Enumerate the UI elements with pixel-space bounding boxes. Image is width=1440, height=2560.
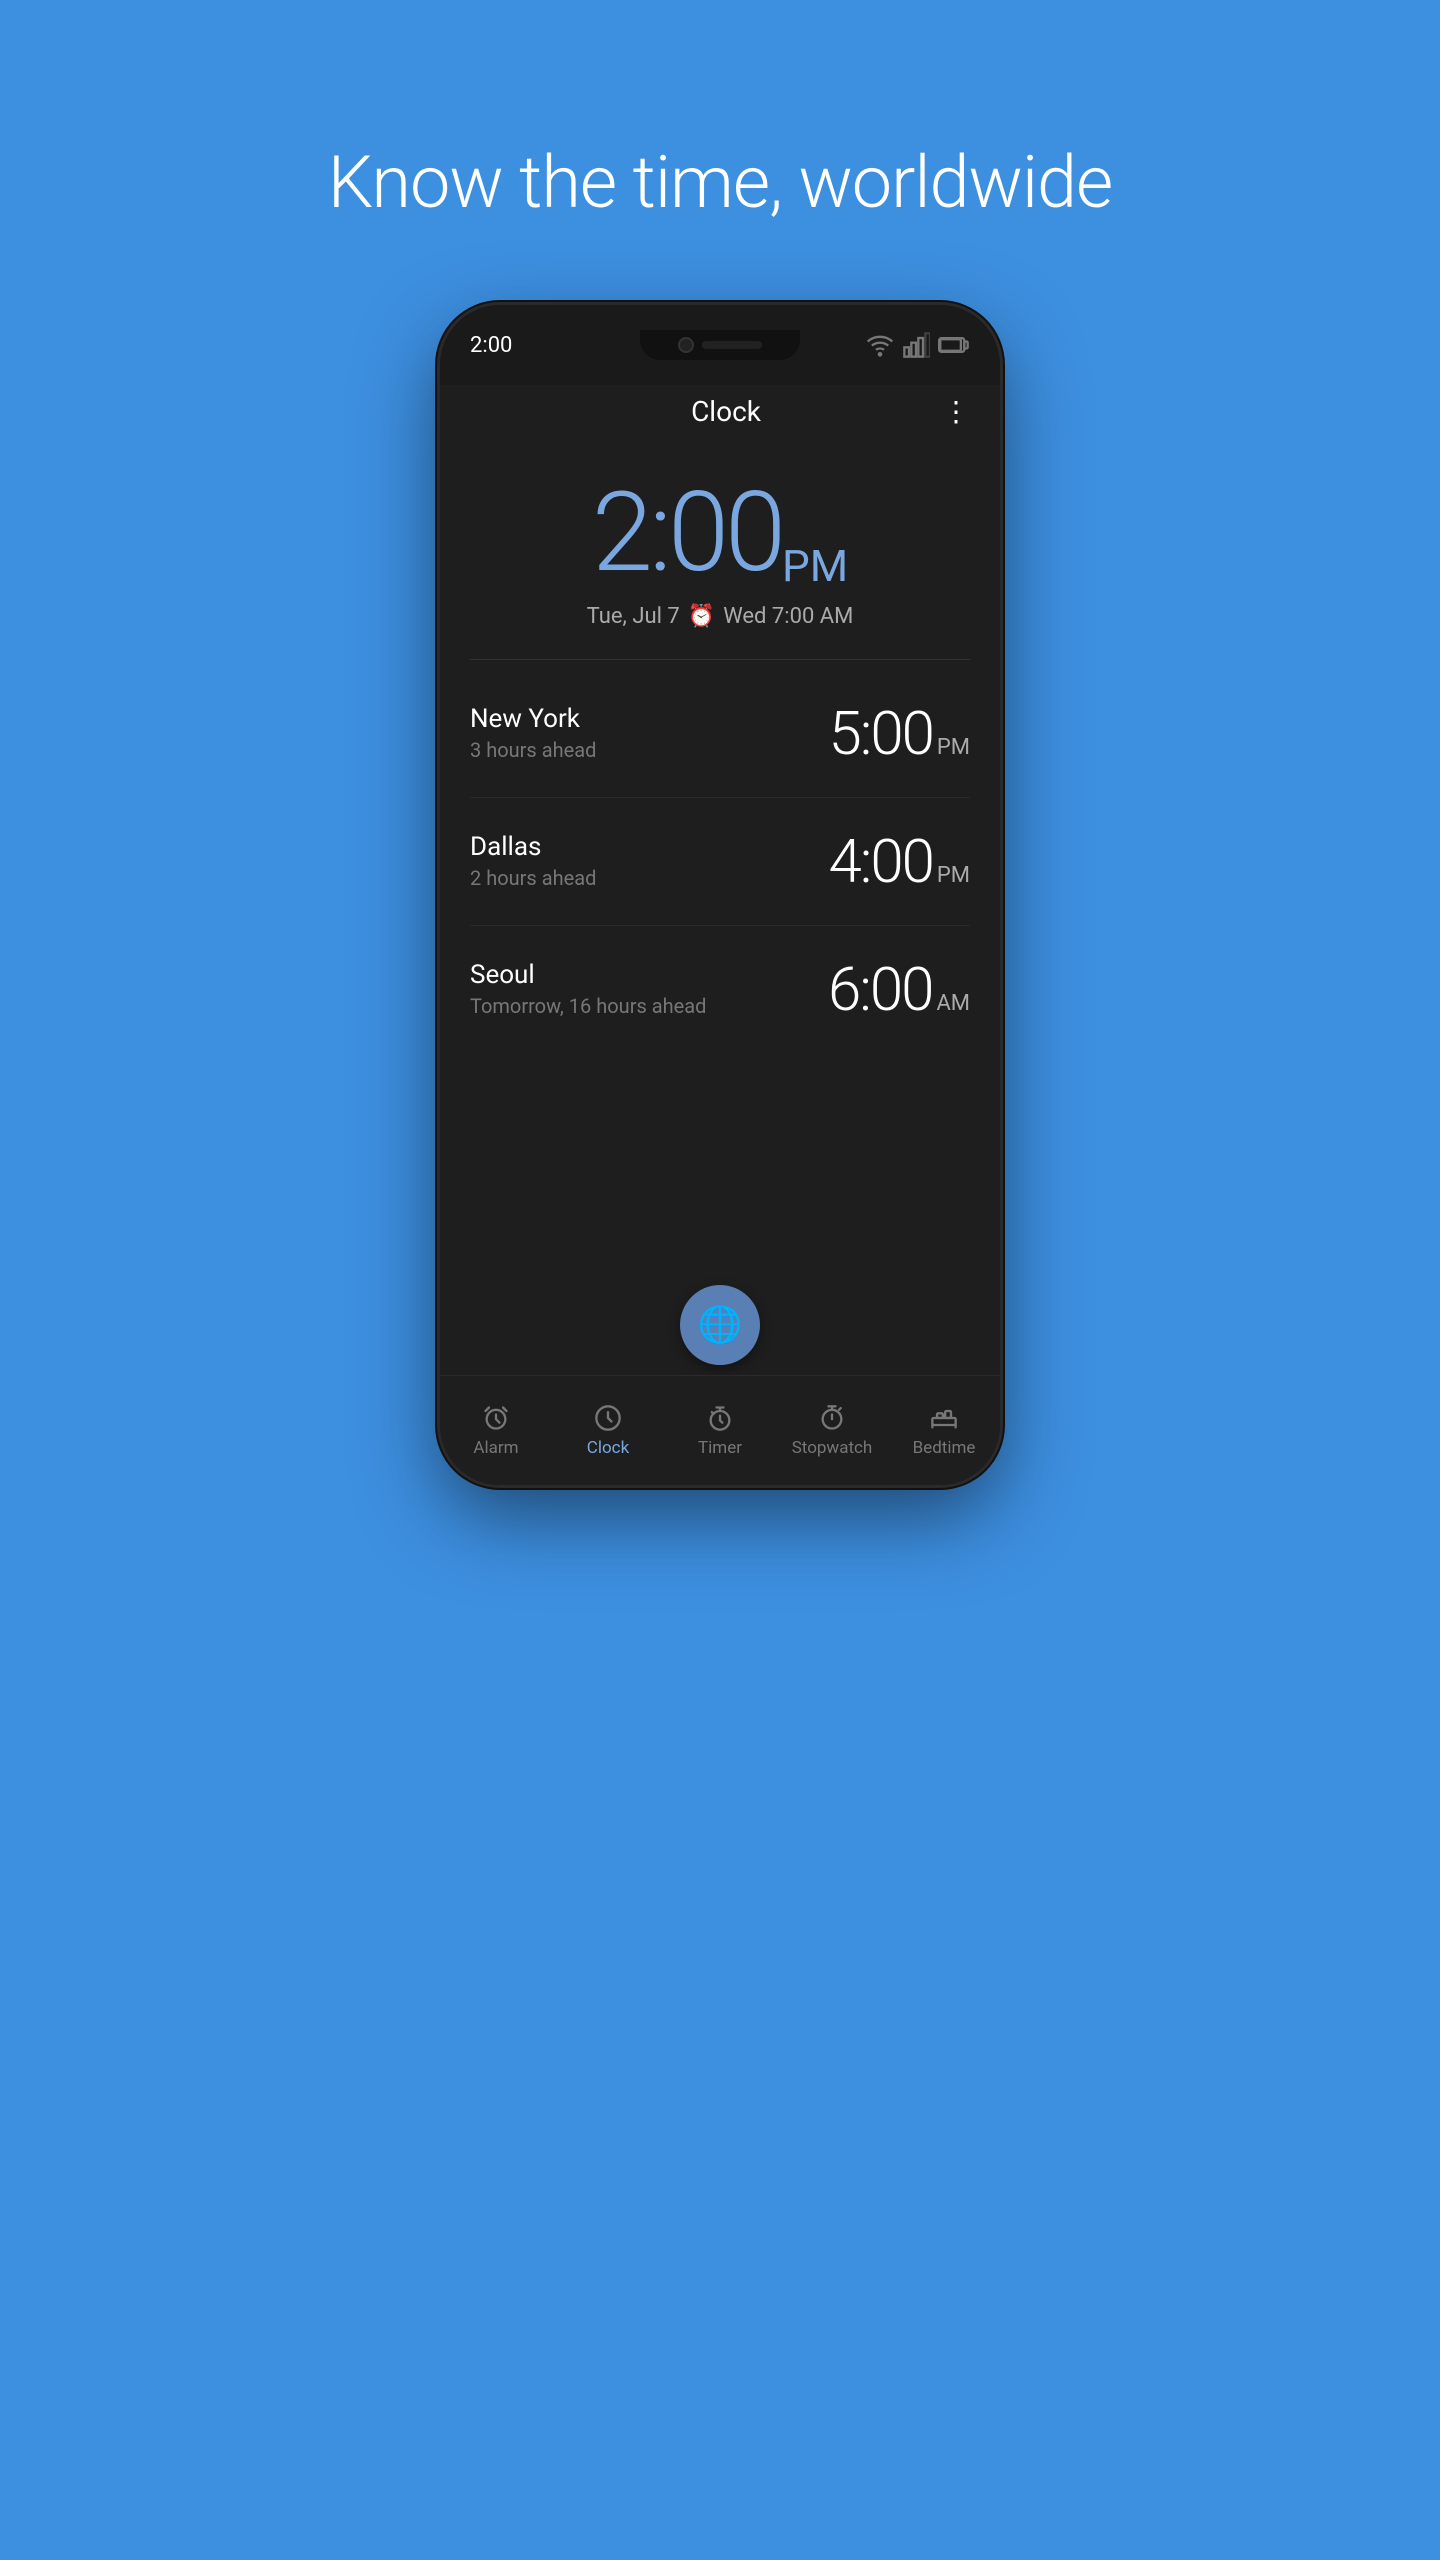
clock-time-seoul: 6:00 AM [828,954,970,1025]
tab-bedtime[interactable]: Bedtime [888,1404,1000,1458]
status-icons [866,331,970,359]
hero-tagline: Know the time, worldwide [328,140,1113,225]
list-item: New York 3 hours ahead 5:00 PM [470,670,970,798]
tab-stopwatch[interactable]: Stopwatch [776,1404,888,1458]
main-date-text: Tue, Jul 7 [587,604,680,629]
divider [470,659,970,660]
clock-time-newyork: 5:00 PM [828,698,970,769]
main-time-ampm: PM [782,540,848,592]
clock-offset-seoul: Tomorrow, 16 hours ahead [470,994,828,1018]
status-bar: 2:00 [470,325,970,365]
clock-info-seoul: Seoul Tomorrow, 16 hours ahead [470,960,828,1018]
clock-time-dallas: 4:00 PM [828,826,970,897]
add-city-fab[interactable]: 🌐 [680,1285,760,1365]
tab-stopwatch-label: Stopwatch [792,1438,873,1458]
clock-time-main-newyork: 5:00 [828,698,932,769]
tab-clock-label: Clock [587,1438,629,1458]
clock-time-ampm-dallas: PM [937,863,970,888]
bedtime-icon [930,1404,958,1432]
bottom-nav: Alarm Clock Timer [440,1375,1000,1485]
status-time: 2:00 [470,333,512,358]
battery-icon [938,335,970,355]
globe-icon: 🌐 [698,1304,743,1346]
screen: Clock ⋮ 2:00PM Tue, Jul 7 ⏰ Wed 7:00 AM … [440,375,1000,1485]
main-clock: 2:00PM Tue, Jul 7 ⏰ Wed 7:00 AM [440,448,1000,649]
list-item: Dallas 2 hours ahead 4:00 PM [470,798,970,926]
clock-time-main-dallas: 4:00 [828,826,932,897]
signal-icon [902,331,930,359]
phone-mockup: 2:00 [440,305,1000,1485]
clock-info-newyork: New York 3 hours ahead [470,704,828,762]
main-time-display: 2:00PM [470,478,970,592]
alarm-icon [482,1404,510,1432]
tab-alarm[interactable]: Alarm [440,1404,552,1458]
world-clocks: New York 3 hours ahead 5:00 PM Dallas 2 … [440,670,1000,1265]
clock-city-newyork: New York [470,704,828,734]
main-time: 2:00 [592,468,782,597]
clock-offset-newyork: 3 hours ahead [470,738,828,762]
clock-city-dallas: Dallas [470,832,828,862]
more-menu-button[interactable]: ⋮ [942,395,970,428]
clock-time-main-seoul: 6:00 [828,954,932,1025]
clock-offset-dallas: 2 hours ahead [470,866,828,890]
tab-timer-label: Timer [698,1438,742,1458]
tab-timer[interactable]: Timer [664,1404,776,1458]
alarm-icon-inline: ⏰ [688,604,715,629]
clock-info-dallas: Dallas 2 hours ahead [470,832,828,890]
next-alarm-text: Wed 7:00 AM [723,604,853,629]
clock-time-ampm-newyork: PM [937,735,970,760]
wifi-icon [866,331,894,359]
clock-city-seoul: Seoul [470,960,828,990]
main-date: Tue, Jul 7 ⏰ Wed 7:00 AM [470,604,970,629]
timer-icon [706,1404,734,1432]
tab-bedtime-label: Bedtime [913,1438,976,1458]
clock-icon [594,1404,622,1432]
app-title: Clock [510,395,942,428]
tab-alarm-label: Alarm [473,1438,518,1458]
list-item: Seoul Tomorrow, 16 hours ahead 6:00 AM [470,926,970,1053]
clock-time-ampm-seoul: AM [936,991,970,1016]
fab-container: 🌐 [440,1265,1000,1375]
tab-clock[interactable]: Clock [552,1404,664,1458]
app-bar: Clock ⋮ [440,375,1000,448]
stopwatch-icon [818,1404,846,1432]
